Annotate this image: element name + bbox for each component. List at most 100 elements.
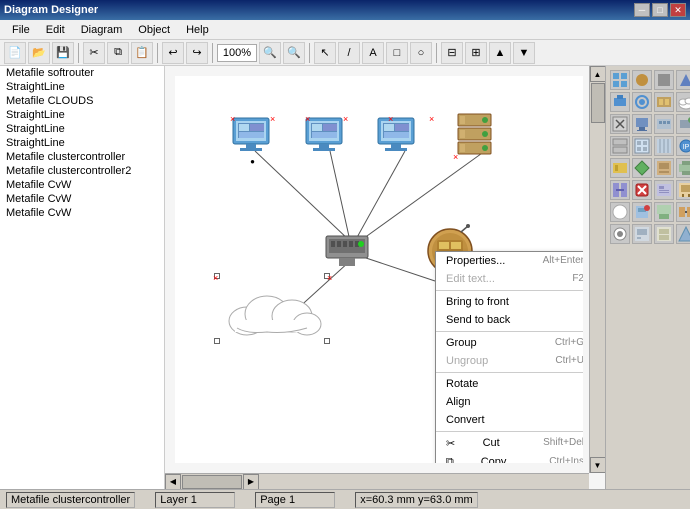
diagram[interactable]: ●: [175, 76, 583, 463]
palette-icon-13[interactable]: [610, 136, 630, 156]
line-button[interactable]: /: [338, 42, 360, 64]
palette-icon-11[interactable]: [654, 114, 674, 134]
palette-icon-18[interactable]: [632, 158, 652, 178]
palette-icon-23[interactable]: [654, 180, 674, 200]
close-button[interactable]: ✕: [670, 3, 686, 17]
computer-icon-1[interactable]: ●: [230, 116, 275, 166]
front-button[interactable]: ▲: [489, 42, 511, 64]
maximize-button[interactable]: □: [652, 3, 668, 17]
list-item[interactable]: Metafile softrouter: [0, 66, 164, 80]
ctx-edit-text[interactable]: Edit text... F2: [436, 270, 583, 288]
palette-icon-27[interactable]: [654, 202, 674, 222]
shape2-button[interactable]: ○: [410, 42, 432, 64]
list-item[interactable]: Metafile clustercontroller: [0, 150, 164, 164]
switch-icon[interactable]: [323, 231, 373, 271]
ctx-convert[interactable]: Convert ▶: [436, 411, 583, 429]
palette-icon-3[interactable]: [654, 70, 674, 90]
palette-icon-19[interactable]: [654, 158, 674, 178]
canvas-area[interactable]: ●: [165, 66, 605, 489]
zoom-in-button[interactable]: 🔍: [259, 42, 281, 64]
ctx-properties-label: Properties...: [446, 255, 505, 267]
vertical-scrollbar[interactable]: ▲ ▼: [589, 66, 605, 473]
cut-button[interactable]: ✂: [83, 42, 105, 64]
text-button[interactable]: A: [362, 42, 384, 64]
ctx-properties[interactable]: Properties... Alt+Enter: [436, 252, 583, 270]
ctx-send-back[interactable]: Send to back: [436, 311, 583, 329]
cloud-icon[interactable]: [217, 276, 327, 341]
palette-icon-26[interactable]: [632, 202, 652, 222]
palette-icon-2[interactable]: [632, 70, 652, 90]
computer-icon-3[interactable]: [375, 116, 420, 156]
undo-button[interactable]: ↩: [162, 42, 184, 64]
palette-icon-25[interactable]: [610, 202, 630, 222]
ctx-align[interactable]: Align ▶: [436, 393, 583, 411]
redo-button[interactable]: ↪: [186, 42, 208, 64]
palette-icon-20[interactable]: [676, 158, 690, 178]
ctx-bring-front[interactable]: Bring to front: [436, 293, 583, 311]
palette-icon-12[interactable]: [676, 114, 690, 134]
horizontal-scrollbar[interactable]: ◀ ▶: [165, 473, 589, 489]
menu-file[interactable]: File: [4, 22, 38, 38]
palette-icon-24[interactable]: [676, 180, 690, 200]
palette-icon-6[interactable]: [632, 92, 652, 112]
palette-icon-16[interactable]: IP: [676, 136, 690, 156]
zoom-level[interactable]: 100%: [217, 44, 257, 62]
ctx-copy[interactable]: ⧉ Copy Ctrl+Ins: [436, 453, 583, 463]
menu-help[interactable]: Help: [178, 22, 217, 38]
palette-icon-21[interactable]: [610, 180, 630, 200]
menu-edit[interactable]: Edit: [38, 22, 73, 38]
scroll-thumb-h[interactable]: [182, 475, 242, 489]
scroll-thumb-v[interactable]: [591, 83, 605, 123]
palette-icon-9[interactable]: [610, 114, 630, 134]
palette-icon-1[interactable]: [610, 70, 630, 90]
sel-x: ×: [230, 114, 235, 124]
open-button[interactable]: 📂: [28, 42, 50, 64]
list-item[interactable]: StraightLine: [0, 108, 164, 122]
scroll-down-button[interactable]: ▼: [590, 457, 606, 473]
pointer-button[interactable]: ↖: [314, 42, 336, 64]
dist-button[interactable]: ⊞: [465, 42, 487, 64]
list-item[interactable]: Metafile CvW: [0, 178, 164, 192]
palette-icon-32[interactable]: [676, 224, 690, 244]
ctx-ungroup[interactable]: Ungroup Ctrl+U: [436, 352, 583, 370]
save-button[interactable]: 💾: [52, 42, 74, 64]
ctx-group[interactable]: Group Ctrl+G: [436, 334, 583, 352]
palette-icon-31[interactable]: [654, 224, 674, 244]
ctx-rotate[interactable]: Rotate ▶: [436, 375, 583, 393]
list-item[interactable]: Metafile clustercontroller2: [0, 164, 164, 178]
scroll-up-button[interactable]: ▲: [590, 66, 606, 82]
zoom-out-button[interactable]: 🔍: [283, 42, 305, 64]
new-button[interactable]: 📄: [4, 42, 26, 64]
scroll-right-button[interactable]: ▶: [243, 474, 259, 490]
list-item[interactable]: Metafile CvW: [0, 206, 164, 220]
palette-icon-17[interactable]: [610, 158, 630, 178]
list-item[interactable]: StraightLine: [0, 122, 164, 136]
palette-icon-8[interactable]: [676, 92, 690, 112]
list-item[interactable]: Metafile CLOUDS: [0, 94, 164, 108]
palette-icon-15[interactable]: [654, 136, 674, 156]
ctx-cut[interactable]: ✂ Cut Shift+Del: [436, 434, 583, 453]
paste-button[interactable]: 📋: [131, 42, 153, 64]
palette-icon-29[interactable]: [610, 224, 630, 244]
palette-icon-5[interactable]: [610, 92, 630, 112]
list-item[interactable]: StraightLine: [0, 136, 164, 150]
palette-icon-30[interactable]: [632, 224, 652, 244]
list-item[interactable]: StraightLine: [0, 80, 164, 94]
scroll-left-button[interactable]: ◀: [165, 474, 181, 490]
server-icon[interactable]: [453, 112, 498, 162]
palette-icon-7[interactable]: [654, 92, 674, 112]
palette-icon-14[interactable]: [632, 136, 652, 156]
palette-icon-22[interactable]: [632, 180, 652, 200]
palette-icon-28[interactable]: [676, 202, 690, 222]
palette-icon-10[interactable]: [632, 114, 652, 134]
minimize-button[interactable]: ─: [634, 3, 650, 17]
palette-icon-4[interactable]: [676, 70, 690, 90]
align-button[interactable]: ⊟: [441, 42, 463, 64]
back-button[interactable]: ▼: [513, 42, 535, 64]
sel-x: ×: [305, 114, 310, 124]
copy-button[interactable]: ⧉: [107, 42, 129, 64]
list-item[interactable]: Metafile CvW: [0, 192, 164, 206]
shape-button[interactable]: □: [386, 42, 408, 64]
menu-diagram[interactable]: Diagram: [73, 22, 131, 38]
menu-object[interactable]: Object: [130, 22, 178, 38]
